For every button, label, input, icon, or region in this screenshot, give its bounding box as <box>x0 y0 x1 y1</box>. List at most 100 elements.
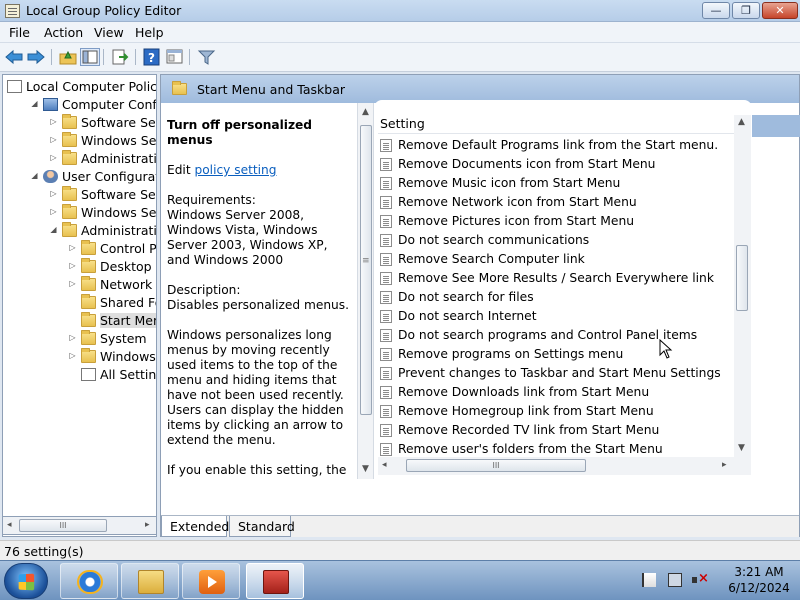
setting-row[interactable]: Remove Music icon from Start Menu <box>378 174 738 193</box>
policy-title: Turn off personalized menus <box>167 118 313 147</box>
setting-row[interactable]: Remove Network icon from Start Menu <box>378 193 738 212</box>
tree-item-label: Desktop <box>100 259 152 274</box>
policy-setting-icon <box>380 139 392 152</box>
menu-help[interactable]: Help <box>135 25 164 40</box>
back-arrow-icon[interactable] <box>4 48 24 66</box>
column-header-setting[interactable]: Setting <box>378 114 744 134</box>
tab-extended[interactable]: Extended <box>161 516 229 537</box>
folder-icon <box>81 276 96 291</box>
tree-item-label: Administrative Te <box>81 223 157 238</box>
tree-collapse-icon[interactable]: ◢ <box>30 171 39 180</box>
tree-scroll-thumb[interactable]: III <box>19 519 107 532</box>
clock-date: 6/12/2024 <box>728 581 790 595</box>
policy-setting-icon <box>380 196 392 209</box>
maximize-button[interactable]: ❐ <box>732 2 760 19</box>
setting-row[interactable]: Remove Recorded TV link from Start Menu <box>378 421 738 440</box>
settings-hscroll-thumb[interactable]: III <box>406 459 586 472</box>
folder-icon <box>81 240 96 255</box>
minimize-button[interactable]: — <box>702 2 730 19</box>
folder-icon <box>81 330 96 345</box>
close-button[interactable]: ✕ <box>762 2 798 19</box>
taskbar-windows-explorer[interactable] <box>121 563 179 599</box>
header-band <box>752 115 800 137</box>
tree-item-label: Shared Folder <box>100 295 156 310</box>
policy-setting-link[interactable]: policy setting <box>194 163 276 177</box>
toolbar-separator <box>189 49 190 65</box>
scroll-left-arrow[interactable]: ◂ <box>7 520 12 530</box>
network-icon[interactable] <box>668 573 682 587</box>
scroll-up-arrow[interactable]: ▲ <box>362 107 369 117</box>
setting-label: Do not search for files <box>398 290 534 304</box>
volume-muted-icon[interactable] <box>692 571 709 587</box>
setting-row[interactable]: Remove Downloads link from Start Menu <box>378 383 738 402</box>
tree-expand-icon[interactable]: ▷ <box>49 117 58 126</box>
settings-scroll-thumb[interactable] <box>736 245 748 311</box>
policy-setting-icon <box>380 348 392 361</box>
tree-horizontal-scrollbar[interactable]: ◂ III ▸ <box>2 516 157 535</box>
settings-vertical-scrollbar[interactable]: ▲ ▼ <box>734 115 751 475</box>
setting-row[interactable]: Do not search for files <box>378 288 738 307</box>
setting-row[interactable]: Prevent changes to Taskbar and Start Men… <box>378 364 738 383</box>
description-scroll-thumb[interactable] <box>360 125 372 415</box>
taskbar-media-player[interactable] <box>182 563 240 599</box>
setting-row[interactable]: Remove programs on Settings menu <box>378 345 738 364</box>
export-list-icon[interactable] <box>110 48 130 66</box>
scroll-down-arrow[interactable]: ▼ <box>738 443 745 453</box>
folder-icon <box>62 132 77 147</box>
action-center-flag-icon[interactable] <box>642 573 656 587</box>
folder-icon <box>81 258 96 273</box>
edit-policy-line: Edit policy setting <box>167 163 353 178</box>
tree-expand-icon[interactable]: ▷ <box>49 207 58 216</box>
setting-row[interactable]: Do not search communications <box>378 231 738 250</box>
tree-collapse-icon[interactable]: ◢ <box>49 225 58 234</box>
menu-action[interactable]: Action <box>44 25 83 40</box>
taskbar-group-policy-editor[interactable] <box>246 563 304 599</box>
setting-label: Remove programs on Settings menu <box>398 347 624 361</box>
tree-expand-icon[interactable]: ▷ <box>68 243 77 252</box>
filter-icon[interactable] <box>197 48 217 66</box>
tree-collapse-icon[interactable]: ◢ <box>30 99 39 108</box>
folder-icon <box>81 312 96 327</box>
tree-expand-icon[interactable]: ▷ <box>68 261 77 270</box>
setting-row[interactable]: Remove Pictures icon from Start Menu <box>378 212 738 231</box>
tree-item-label: Windows Setting <box>81 205 157 220</box>
extended-description-panel: Turn off personalized menus Edit policy … <box>161 103 379 479</box>
tree-expand-icon[interactable]: ▷ <box>49 153 58 162</box>
scroll-right-arrow[interactable]: ▸ <box>145 520 150 530</box>
taskbar-internet-explorer[interactable] <box>60 563 118 599</box>
setting-row[interactable]: Remove Default Programs link from the St… <box>378 136 738 155</box>
up-folder-icon[interactable] <box>58 48 78 66</box>
setting-row[interactable]: Remove Homegroup link from Start Menu <box>378 402 738 421</box>
scroll-down-arrow[interactable]: ▼ <box>362 464 369 474</box>
scroll-up-arrow[interactable]: ▲ <box>738 117 745 127</box>
policy-setting-icon <box>380 367 392 380</box>
tree-expand-icon[interactable]: ▷ <box>49 189 58 198</box>
tree-expand-icon[interactable]: ▷ <box>49 135 58 144</box>
toolbox-icon <box>263 570 289 594</box>
setting-label: Remove Downloads link from Start Menu <box>398 385 650 399</box>
setting-row[interactable]: Remove Search Computer link <box>378 250 738 269</box>
tree-expand-icon[interactable]: ▷ <box>68 279 77 288</box>
tab-standard[interactable]: Standard <box>229 516 295 537</box>
help-icon[interactable]: ? <box>142 48 162 66</box>
setting-row[interactable]: Do not search Internet <box>378 307 738 326</box>
setting-row[interactable]: Do not search programs and Control Panel… <box>378 326 738 345</box>
policy-setting-icon <box>380 272 392 285</box>
show-hide-tree-icon[interactable] <box>80 48 100 66</box>
menu-file[interactable]: File <box>9 25 30 40</box>
scroll-right-arrow[interactable]: ▸ <box>722 460 727 470</box>
setting-label: Remove See More Results / Search Everywh… <box>398 271 714 285</box>
properties-icon[interactable] <box>165 48 185 66</box>
system-clock[interactable]: 3:21 AM 6/12/2024 <box>720 564 798 596</box>
settings-horizontal-scrollbar[interactable]: ◂ III ▸ <box>378 457 734 475</box>
tree-expand-icon[interactable]: ▷ <box>68 351 77 360</box>
setting-row[interactable]: Remove See More Results / Search Everywh… <box>378 269 738 288</box>
forward-arrow-icon[interactable] <box>26 48 46 66</box>
scroll-left-arrow[interactable]: ◂ <box>382 460 387 470</box>
start-button[interactable] <box>4 563 48 599</box>
tree-expand-icon[interactable]: ▷ <box>68 333 77 342</box>
description-vertical-scrollbar[interactable]: ▲ ▼ <box>357 103 374 479</box>
menu-view[interactable]: View <box>94 25 124 40</box>
setting-row[interactable]: Remove Documents icon from Start Menu <box>378 155 738 174</box>
mouse-cursor-icon <box>659 339 673 359</box>
